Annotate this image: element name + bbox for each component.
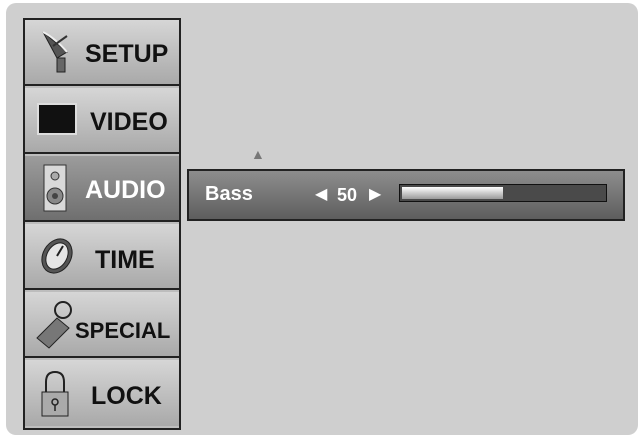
bass-value: 50: [337, 185, 358, 205]
scroll-up-arrow-icon[interactable]: ▲: [251, 146, 265, 162]
menu-item-setup-label: SETUP: [85, 40, 169, 68]
main-menu: SETUP VIDEO AUDIO TIME SPECIAL LOCK: [23, 18, 181, 430]
bass-slider[interactable]: [399, 184, 607, 202]
satellite-dish-icon: [37, 28, 81, 81]
menu-item-setup[interactable]: SETUP: [25, 20, 179, 86]
menu-item-video-label: VIDEO: [90, 108, 168, 136]
menu-item-audio-label: AUDIO: [85, 176, 166, 204]
bass-slider-fill: [402, 187, 503, 199]
menu-item-time[interactable]: TIME: [25, 224, 179, 290]
tag-key-icon: [33, 298, 77, 355]
menu-item-time-label: TIME: [95, 246, 155, 274]
tv-screen-icon: [37, 103, 77, 140]
menu-item-special-label: SPECIAL: [75, 318, 171, 343]
padlock-icon: [39, 368, 71, 425]
decrease-arrow-icon[interactable]: ◀: [315, 184, 327, 204]
clock-icon: [37, 234, 77, 283]
menu-item-video[interactable]: VIDEO: [25, 88, 179, 154]
menu-item-lock-label: LOCK: [91, 382, 162, 410]
speaker-icon: [43, 164, 67, 217]
menu-item-lock[interactable]: LOCK: [25, 360, 179, 426]
menu-item-special[interactable]: SPECIAL: [25, 292, 179, 358]
menu-item-audio[interactable]: AUDIO: [25, 156, 179, 222]
audio-settings-panel: Bass ◀ 50 ▶: [187, 169, 625, 221]
increase-arrow-icon[interactable]: ▶: [369, 184, 381, 204]
bass-label: Bass: [205, 183, 253, 205]
